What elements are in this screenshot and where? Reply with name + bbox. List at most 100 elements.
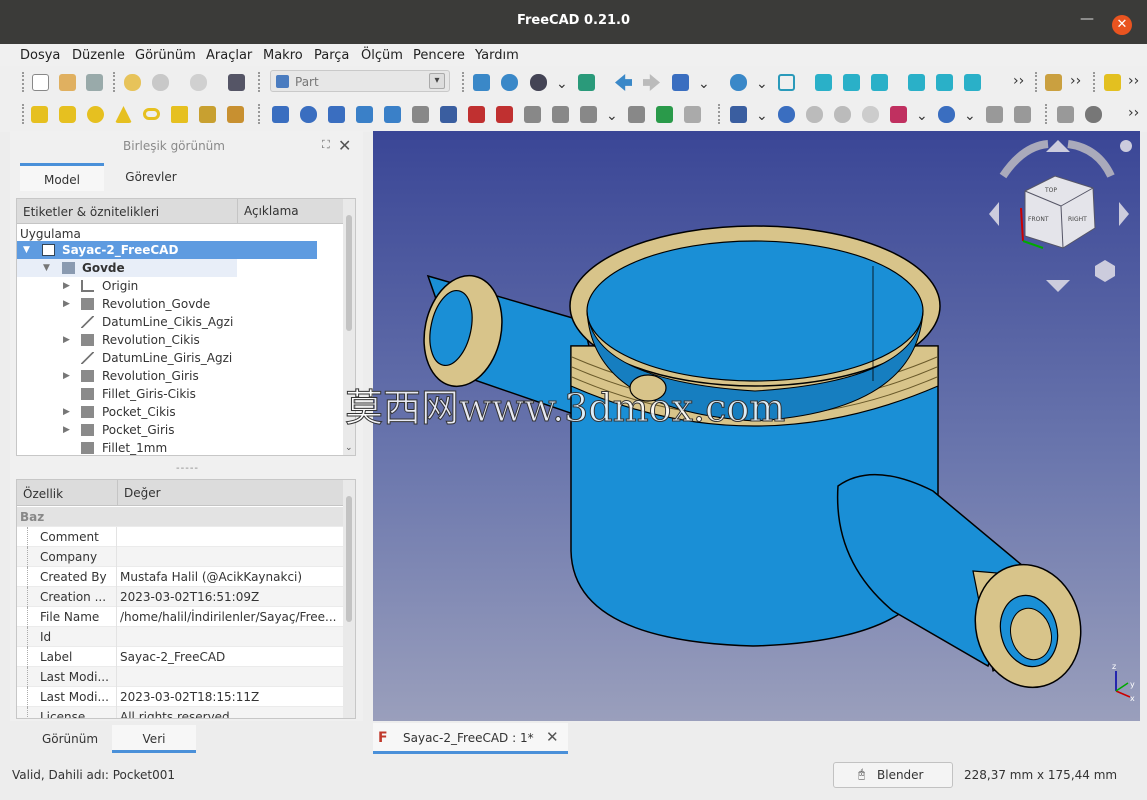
defeaturing-icon[interactable] <box>1014 106 1031 123</box>
property-row[interactable]: Comment <box>17 527 343 547</box>
menu-duzenle[interactable]: Düzenle <box>72 48 125 63</box>
chevron-down-icon[interactable]: ⌄ <box>556 76 568 92</box>
fuse-icon[interactable] <box>834 106 851 123</box>
tree-column-labels[interactable]: Etiketler & öznitelikleri <box>23 205 159 219</box>
shape-builder-icon[interactable] <box>227 106 244 123</box>
close-tab-icon[interactable]: ✕ <box>546 728 559 746</box>
toolbar-grip[interactable] <box>22 104 26 124</box>
cut-icon[interactable] <box>806 106 823 123</box>
bounding-box-icon[interactable] <box>578 74 595 91</box>
property-row[interactable]: File Name/home/halil/İndirilenler/Sayaç/… <box>17 607 343 627</box>
toolbar-grip[interactable] <box>718 104 722 124</box>
navigation-cube[interactable]: TOP FRONT RIGHT <box>983 136 1133 296</box>
projection-icon[interactable] <box>656 106 673 123</box>
menu-dosya[interactable]: Dosya <box>20 48 60 63</box>
property-row[interactable]: Company <box>17 547 343 567</box>
make-face-icon[interactable] <box>412 106 429 123</box>
save-icon[interactable] <box>86 74 103 91</box>
forward-arrow-icon[interactable] <box>643 74 660 91</box>
menu-gorunum[interactable]: Görünüm <box>135 48 196 63</box>
zoom-icon[interactable] <box>730 74 747 91</box>
tree-item-body[interactable]: ▼ Govde <box>17 259 237 277</box>
document-tab[interactable]: F Sayac-2_FreeCAD : 1* ✕ <box>373 723 568 754</box>
toolbar-grip[interactable] <box>258 104 262 124</box>
scroll-thumb[interactable] <box>346 496 352 622</box>
chevron-down-icon[interactable]: ⌄ <box>345 443 353 453</box>
thickness-icon[interactable] <box>628 106 645 123</box>
refresh-icon[interactable] <box>190 74 207 91</box>
float-panel-icon[interactable]: ⛶ <box>322 138 330 152</box>
tree-item[interactable]: DatumLine_Giris_Agzi <box>17 349 343 367</box>
chevron-down-icon[interactable]: ⌄ <box>756 76 768 92</box>
tree-item[interactable]: Fillet_Giris-Cikis <box>17 385 343 403</box>
toolbar-grip[interactable] <box>113 72 117 92</box>
primitives-icon[interactable] <box>199 106 216 123</box>
property-row[interactable]: Last Modi... <box>17 667 343 687</box>
menu-parca[interactable]: Parça <box>314 48 349 63</box>
chevron-down-icon[interactable]: ▼ <box>43 259 50 277</box>
menu-yardim[interactable]: Yardım <box>475 48 519 63</box>
close-panel-icon[interactable]: ✕ <box>338 136 351 155</box>
right-view-icon[interactable] <box>871 74 888 91</box>
fit-selection-icon[interactable] <box>501 74 518 91</box>
isometric-view-icon[interactable] <box>778 74 795 91</box>
mirror-icon[interactable] <box>328 106 345 123</box>
open-folder-icon[interactable] <box>59 74 76 91</box>
chevron-right-icon[interactable]: ▶ <box>63 295 70 313</box>
ruled-surface-icon[interactable] <box>440 106 457 123</box>
boolean-icon[interactable] <box>778 106 795 123</box>
cross-sections-icon[interactable] <box>552 106 569 123</box>
rear-view-icon[interactable] <box>908 74 925 91</box>
tab-veri-props[interactable]: Veri <box>112 725 196 753</box>
fit-all-icon[interactable] <box>473 74 490 91</box>
refine-icon[interactable] <box>1085 106 1102 123</box>
chevron-right-icon[interactable]: ▶ <box>63 367 70 385</box>
property-column-name[interactable]: Özellik <box>23 487 63 501</box>
left-view-icon[interactable] <box>964 74 981 91</box>
split-icon[interactable] <box>938 106 955 123</box>
chamfer-tool-icon[interactable] <box>384 106 401 123</box>
tree-column-description[interactable]: Açıklama <box>237 199 299 224</box>
sweep-icon[interactable] <box>496 106 513 123</box>
top-view-icon[interactable] <box>843 74 860 91</box>
common-icon[interactable] <box>862 106 879 123</box>
tab-model[interactable]: Model <box>20 163 104 191</box>
menu-pencere[interactable]: Pencere <box>413 48 465 63</box>
property-row[interactable]: Id <box>17 627 343 647</box>
tree-item[interactable]: DatumLine_Cikis_Agzi <box>17 313 343 331</box>
chevron-right-icon[interactable]: ▶ <box>63 421 70 439</box>
tree-item[interactable]: ▶ Revolution_Giris <box>17 367 343 385</box>
chevron-down-icon[interactable]: ⌄ <box>964 108 976 124</box>
property-row[interactable]: License All rights reserved <box>17 707 343 718</box>
tree-item[interactable]: ▶ Revolution_Govde <box>17 295 343 313</box>
menu-olcum[interactable]: Ölçüm <box>361 48 403 63</box>
property-column-value[interactable]: Değer <box>117 480 161 506</box>
property-scrollbar[interactable] <box>343 480 355 718</box>
chevron-right-icon[interactable]: ▶ <box>63 331 70 349</box>
menu-makro[interactable]: Makro <box>263 48 303 63</box>
more-tools-icon[interactable]: ›› <box>1128 105 1139 121</box>
section-icon[interactable] <box>524 106 541 123</box>
offset-icon[interactable] <box>580 106 597 123</box>
fillet-tool-icon[interactable] <box>356 106 373 123</box>
box-icon[interactable] <box>31 106 48 123</box>
loft-icon[interactable] <box>468 106 485 123</box>
extrude-icon[interactable] <box>272 106 289 123</box>
redo-icon[interactable] <box>152 74 169 91</box>
chevron-right-icon[interactable]: ▶ <box>63 277 70 295</box>
property-row[interactable]: Creation ... 2023-03-02T16:51:09Z <box>17 587 343 607</box>
tree-item-document[interactable]: ▼ Sayac-2_FreeCAD <box>17 241 317 259</box>
chevron-down-icon[interactable]: ▾ <box>429 73 445 89</box>
chevron-down-icon[interactable]: ▼ <box>23 241 30 259</box>
scroll-thumb[interactable] <box>346 215 352 331</box>
property-row[interactable]: Label Sayac-2_FreeCAD <box>17 647 343 667</box>
back-arrow-icon[interactable] <box>615 74 632 91</box>
property-row[interactable]: Last Modi... 2023-03-02T18:15:11Z <box>17 687 343 707</box>
cylinder-icon[interactable] <box>59 106 76 123</box>
chevron-right-icon[interactable]: ▶ <box>63 403 70 421</box>
more-tools-icon[interactable]: ›› <box>1070 73 1081 89</box>
tree-item[interactable]: Fillet_1mm <box>17 439 343 457</box>
check-geometry-icon[interactable] <box>986 106 1003 123</box>
tab-gorunum-props[interactable]: Görünüm <box>20 725 120 753</box>
revolve-icon[interactable] <box>300 106 317 123</box>
